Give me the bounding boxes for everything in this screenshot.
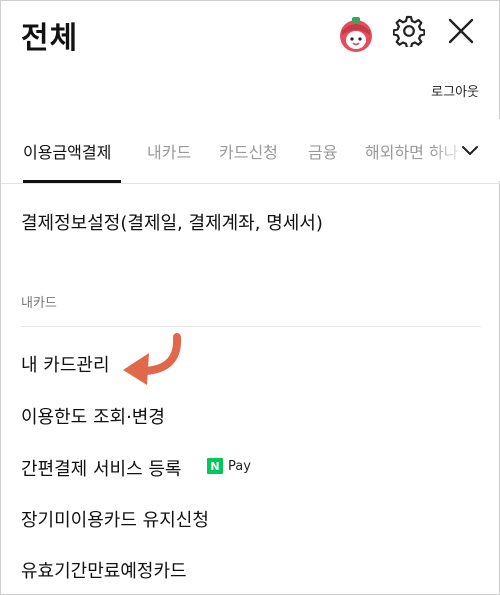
menu-item-card-management[interactable]: 내 카드관리 bbox=[21, 351, 110, 377]
menu-item-limit-check[interactable]: 이용한도 조회·변경 bbox=[21, 403, 165, 429]
logout-link[interactable]: 로그아웃 bbox=[431, 81, 479, 100]
section-divider bbox=[21, 326, 481, 327]
curved-arrow-icon bbox=[123, 333, 182, 385]
menu-item-dormant-card[interactable]: 장기미이용카드 유지신청 bbox=[21, 506, 209, 532]
top-header: 전체 bbox=[1, 1, 500, 71]
active-tab-indicator bbox=[23, 180, 121, 183]
npay-badge: N Pay bbox=[207, 458, 251, 474]
close-icon[interactable] bbox=[447, 17, 475, 45]
menu-item-expiring-card[interactable]: 유효기간만료예정카드 bbox=[21, 557, 187, 583]
payment-settings-item[interactable]: 결제정보설정(결제일, 결제계좌, 명세서) bbox=[21, 209, 323, 235]
npay-label: Pay bbox=[228, 458, 251, 474]
menu-item-simple-payment[interactable]: 간편결제 서비스 등록 bbox=[21, 455, 181, 481]
section-label-my-card: 내카드 bbox=[21, 296, 57, 311]
mascot-avatar-icon[interactable] bbox=[337, 15, 375, 53]
gear-icon[interactable] bbox=[393, 15, 425, 47]
tab-card-apply[interactable]: 카드신청 bbox=[219, 139, 278, 163]
chevron-down-icon[interactable] bbox=[460, 141, 480, 161]
category-tabs: 이용금액결제 내카드 카드신청 금융 해외하면 하나 bbox=[1, 119, 500, 184]
page-title: 전체 bbox=[21, 21, 79, 56]
tab-payment[interactable]: 이용금액결제 bbox=[23, 139, 111, 163]
tab-finance[interactable]: 금융 bbox=[308, 139, 337, 163]
npay-logo-icon: N bbox=[207, 458, 223, 474]
tab-my-card[interactable]: 내카드 bbox=[147, 139, 191, 163]
